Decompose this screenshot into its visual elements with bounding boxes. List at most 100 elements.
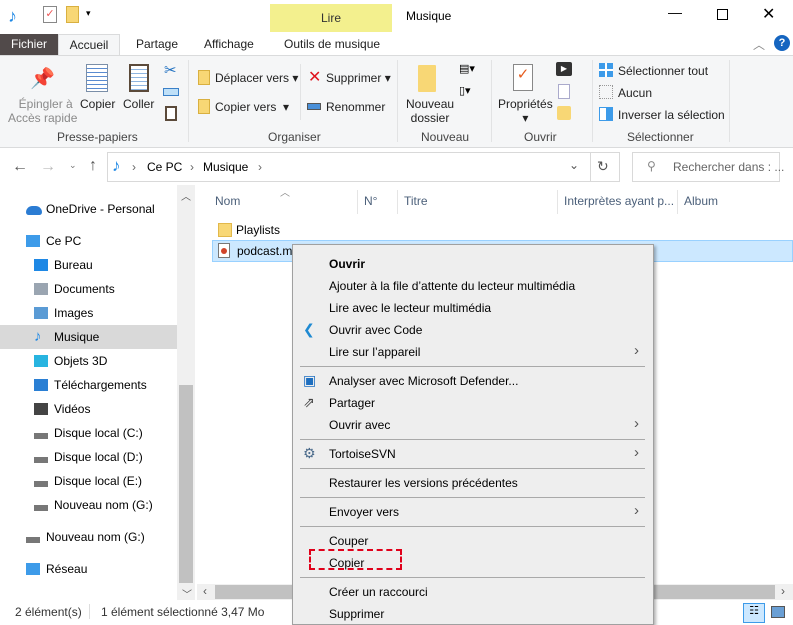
menu-item-label: Ouvrir avec Code [329, 323, 423, 337]
nav-item-onedrive-personal[interactable]: OneDrive - Personal [0, 197, 177, 221]
nav-item-nouveau-nom-g-[interactable]: Nouveau nom (G:) [0, 525, 177, 549]
nav-item-r-seau[interactable]: Réseau [0, 557, 177, 581]
column-header-titre[interactable]: Titre [404, 194, 428, 210]
up-button[interactable]: ↑ [89, 157, 97, 175]
properties-qat-icon[interactable]: ✓ [43, 6, 57, 23]
nav-item-documents[interactable]: Documents [0, 277, 177, 301]
menu-item-restaurer-les-versions-precedentes[interactable]: Restaurer les versions précédentes [294, 472, 652, 494]
back-button[interactable]: ← [12, 158, 28, 176]
file-row-playlists[interactable]: Playlists [212, 219, 412, 241]
play-media-icon[interactable]: ▶ [556, 62, 572, 76]
menu-item-tortoisesvn[interactable]: TortoiseSVN ⚙ › [294, 443, 652, 465]
column-divider[interactable] [357, 190, 358, 214]
context-tab-lire[interactable]: Lire [270, 4, 392, 32]
search-box[interactable]: ⚲ Rechercher dans : ... [632, 152, 784, 182]
nav-item-objets-3d[interactable]: Objets 3D [0, 349, 177, 373]
move-to-button[interactable]: Déplacer vers ▾ [215, 71, 298, 85]
nav-item-nouveau-nom-g-[interactable]: Nouveau nom (G:) [0, 493, 177, 517]
drive-icon [34, 505, 48, 511]
new-folder-button[interactable]: Nouveau dossier [406, 97, 454, 125]
select-all-button[interactable]: Sélectionner tout [618, 64, 708, 78]
paste-shortcut-icon[interactable] [165, 106, 177, 121]
forward-button[interactable]: → [40, 158, 56, 176]
nav-item-ce-pc[interactable]: Ce PC [0, 229, 177, 253]
minimize-icon[interactable]: — [668, 4, 682, 20]
column-divider[interactable] [557, 190, 558, 214]
pin-label-2: Accès rapide [8, 111, 78, 125]
invert-selection-button[interactable]: Inverser la sélection [618, 108, 725, 122]
nav-item-disque-local-c-[interactable]: Disque local (C:) [0, 421, 177, 445]
column-header-album[interactable]: Album [684, 194, 718, 210]
group-divider [592, 60, 593, 142]
breadcrumb-musique[interactable]: Musique [203, 160, 248, 174]
file-name: Playlists [236, 223, 281, 237]
chevron-right-icon: › [634, 444, 639, 461]
column-header-nom[interactable]: Nom [215, 194, 240, 210]
menu-item-lire-avec-le-lecteur-multimedia[interactable]: Lire avec le lecteur multimédia [294, 297, 652, 319]
column-header-numero[interactable]: N° [364, 194, 377, 210]
menu-item-lire-sur-l-appareil[interactable]: Lire sur l’appareil › [294, 341, 652, 363]
recent-locations-button[interactable]: ⌄ [69, 160, 77, 171]
nav-item-disque-local-d-[interactable]: Disque local (D:) [0, 445, 177, 469]
tab-partage[interactable]: Partage [126, 34, 188, 56]
collapse-ribbon-icon[interactable]: ︿ [753, 36, 765, 53]
column-divider[interactable] [397, 190, 398, 214]
column-header-interpretes[interactable]: Interprètes ayant p... [564, 194, 674, 210]
cube-icon [34, 355, 48, 367]
menu-item-partager[interactable]: Partager ⇗ [294, 392, 652, 414]
new-folder-qat-icon[interactable] [66, 6, 79, 23]
properties-button[interactable]: Propriétés ▾ [498, 97, 553, 125]
scroll-up-icon[interactable]: ︿ [181, 188, 191, 203]
group-divider [491, 60, 492, 142]
properties-icon: ✓ [513, 64, 533, 91]
details-view-button[interactable]: ☷ [743, 603, 765, 623]
address-bar[interactable]: ♪ › Ce PC › Musique › ⌄ ↻ [107, 152, 620, 182]
new-item-icon[interactable]: ▤▾ [459, 62, 475, 75]
scroll-left-icon[interactable]: ‹ [203, 584, 207, 598]
column-divider[interactable] [677, 190, 678, 214]
menu-item-supprimer[interactable]: Supprimer [294, 603, 652, 625]
menu-item-ouvrir-avec[interactable]: Ouvrir avec › [294, 414, 652, 436]
delete-button[interactable]: Supprimer ▾ [326, 71, 391, 85]
easy-access-icon[interactable]: ▯▾ [459, 84, 471, 97]
tab-affichage[interactable]: Affichage [194, 34, 264, 56]
address-dropdown-icon[interactable]: ⌄ [569, 158, 579, 172]
menu-item-ajouter-a-la-file-d-attente-du-lecteur-multimedia[interactable]: Ajouter à la file d’attente du lecteur m… [294, 275, 652, 297]
nav-item-disque-local-e-[interactable]: Disque local (E:) [0, 469, 177, 493]
nav-item-musique[interactable]: ♪ Musique [0, 325, 177, 349]
nav-item-t-l-chargements[interactable]: Téléchargements [0, 373, 177, 397]
qat-dropdown-icon[interactable]: ▾ [86, 8, 91, 19]
tab-outils-de-musique[interactable]: Outils de musique [274, 34, 390, 56]
refresh-icon[interactable]: ↻ [597, 158, 609, 175]
search-input[interactable]: Rechercher dans : ... [673, 160, 784, 174]
close-icon[interactable]: ✕ [762, 4, 775, 24]
music-app-icon: ♪ [8, 6, 17, 26]
history-icon[interactable] [557, 106, 571, 120]
paste-button[interactable]: Coller [123, 97, 154, 111]
nav-item-images[interactable]: Images [0, 301, 177, 325]
media-file-icon [218, 243, 230, 258]
nav-scrollbar-thumb[interactable] [179, 385, 193, 583]
copy-to-button[interactable]: Copier vers ▾ [215, 100, 289, 114]
help-icon[interactable]: ? [774, 35, 790, 51]
menu-item-analyser-avec-microsoft-defender[interactable]: Analyser avec Microsoft Defender... ▣ [294, 370, 652, 392]
select-none-button[interactable]: Aucun [618, 86, 652, 100]
rename-button[interactable]: Renommer [326, 100, 385, 114]
tab-accueil[interactable]: Accueil [58, 34, 120, 56]
maximize-icon[interactable] [717, 9, 728, 20]
pin-quick-access-button[interactable]: Épingler à Accès rapide [8, 97, 77, 125]
nav-item-bureau[interactable]: Bureau [0, 253, 177, 277]
menu-item-envoyer-vers[interactable]: Envoyer vers › [294, 501, 652, 523]
scroll-down-icon[interactable]: ﹀ [182, 586, 192, 601]
scroll-right-icon[interactable]: › [781, 584, 785, 598]
large-icons-view-button[interactable] [771, 606, 785, 618]
menu-item-ouvrir[interactable]: Ouvrir [294, 253, 652, 275]
breadcrumb-ce-pc[interactable]: Ce PC [147, 160, 182, 174]
copy-button[interactable]: Copier [80, 97, 115, 111]
copy-path-icon[interactable] [163, 88, 179, 96]
nav-item-vid-os[interactable]: Vidéos [0, 397, 177, 421]
menu-item-creer-un-raccourci[interactable]: Créer un raccourci [294, 581, 652, 603]
menu-item-ouvrir-avec-code[interactable]: Ouvrir avec Code ❮ [294, 319, 652, 341]
tab-fichier[interactable]: Fichier [0, 34, 58, 56]
cut-icon[interactable]: ✂ [164, 61, 177, 79]
